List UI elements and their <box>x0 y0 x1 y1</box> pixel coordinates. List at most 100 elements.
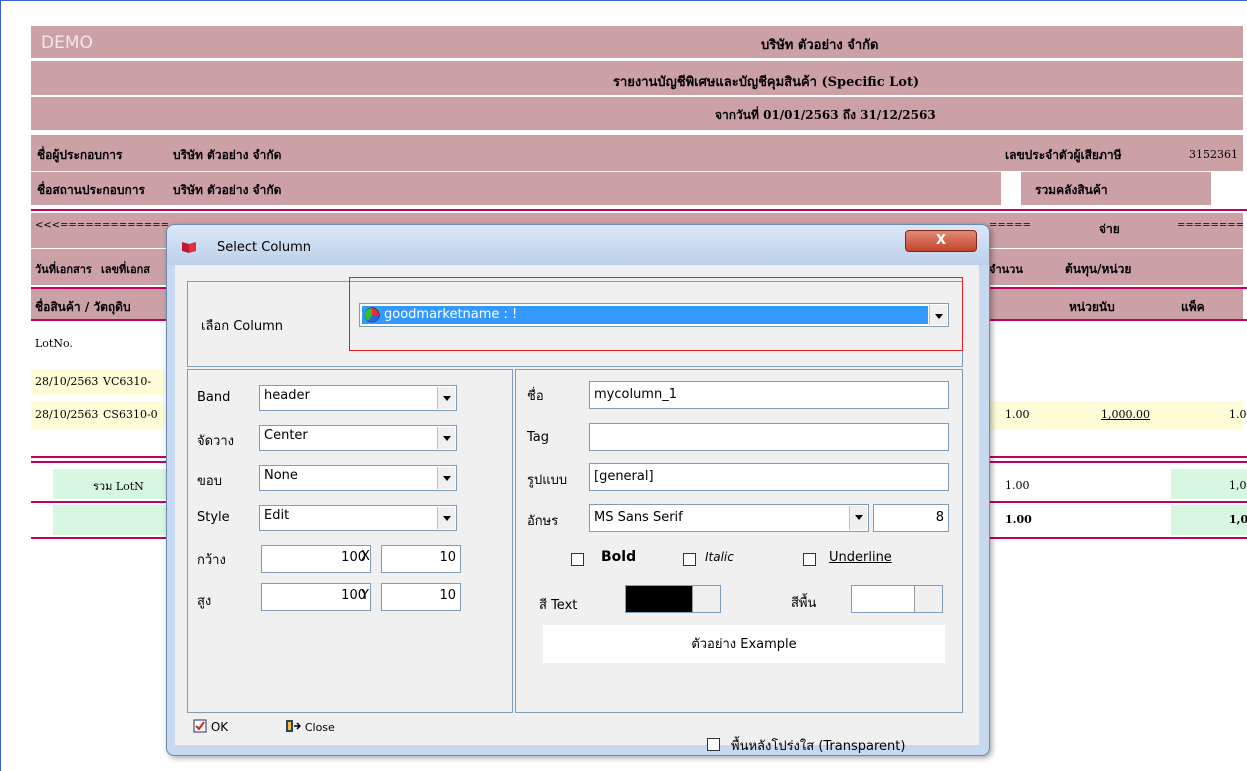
arrows-mid: ===== <box>989 220 1031 231</box>
band-select[interactable]: header <box>259 385 457 411</box>
align-select[interactable]: Center <box>259 425 457 451</box>
italic-label: Italic <box>705 550 734 564</box>
style-value: Edit <box>264 508 290 523</box>
book-icon <box>182 242 196 253</box>
column-select[interactable]: goodmarketname : ! <box>359 303 949 327</box>
col-unitcost: ต้นทุน/หน่วย <box>1065 262 1132 276</box>
y-field[interactable]: 10 <box>381 583 461 611</box>
color-wheel-icon <box>364 307 380 323</box>
x-field[interactable]: 10 <box>381 545 461 573</box>
col-product: ชื่อสินค้า / วัตถุดิบ <box>35 300 131 314</box>
pay-label: จ่าย <box>1099 222 1120 236</box>
chevron-down-icon[interactable] <box>437 387 455 409</box>
col-lot: LotNo. <box>35 337 73 350</box>
ok-label: OK <box>210 720 229 734</box>
border-label: ขอบ <box>197 474 222 489</box>
font-value: MS Sans Serif <box>594 510 683 525</box>
underline-checkbox[interactable] <box>803 553 816 566</box>
place-label: ชื่อสถานประกอบการ <box>37 183 145 197</box>
arrows-right: ======== <box>1177 220 1245 231</box>
width-field[interactable]: 100 <box>261 545 371 573</box>
tag-field[interactable] <box>589 423 949 451</box>
chevron-down-icon[interactable] <box>437 467 455 489</box>
height-field[interactable]: 100 <box>261 583 371 611</box>
sum-lot-qty: 1.00 <box>1005 479 1030 492</box>
chevron-down-icon[interactable] <box>929 305 947 325</box>
col-docno: เลขที่เอกส <box>101 263 151 276</box>
text-color-swatch[interactable] <box>625 585 721 613</box>
bg-color-swatch[interactable] <box>851 585 943 613</box>
col-pack: แพ็ค <box>1181 300 1205 314</box>
border-select[interactable]: None <box>259 465 457 491</box>
font-select[interactable]: MS Sans Serif <box>589 504 869 532</box>
col-qty: จำนวน <box>989 263 1023 276</box>
arrows-left: <<<============= <box>35 220 170 231</box>
operator-value: บริษัท ตัวอย่าง จำกัด <box>173 148 282 162</box>
band-label: Band <box>197 390 231 405</box>
col-unit: หน่วยนับ <box>1069 300 1115 314</box>
chevron-down-icon[interactable] <box>849 506 867 530</box>
bold-checkbox[interactable] <box>571 553 584 566</box>
italic-checkbox[interactable] <box>683 553 696 566</box>
close-button[interactable]: Close <box>285 719 335 734</box>
format-label: รูปแบบ <box>527 473 568 488</box>
chevron-down-icon[interactable] <box>437 427 455 449</box>
row1-doc: VC6310- <box>103 375 152 388</box>
transparent-label: พื้นหลังโปร่งใส (Transparent) <box>731 739 906 754</box>
name-label: ชื่อ <box>527 389 544 404</box>
bgcolor-label: สีพื้น <box>791 596 817 611</box>
header-row-1 <box>31 26 1243 58</box>
underline-label: Underline <box>829 550 892 565</box>
total-qty: 1.00 <box>1005 513 1032 526</box>
band-value: header <box>264 388 310 403</box>
format-field[interactable]: [general] <box>589 463 949 491</box>
close-label: Close <box>304 721 335 734</box>
name-field[interactable]: mycolumn_1 <box>589 381 949 409</box>
divider-1 <box>31 209 1247 211</box>
style-label: Style <box>197 510 230 525</box>
warehouse-label: รวมคลังสินค้า <box>1035 183 1108 197</box>
chevron-down-icon[interactable] <box>437 507 455 529</box>
text-color-picker-button[interactable] <box>692 586 720 612</box>
demo-label: DEMO <box>41 33 93 53</box>
bg-color-picker-button[interactable] <box>914 586 942 612</box>
ok-button[interactable]: OK <box>193 719 228 734</box>
dialog-titlebar[interactable]: Select Column X <box>167 225 989 265</box>
align-value: Center <box>264 428 308 443</box>
operator-label: ชื่อผู้ประกอบการ <box>37 148 123 162</box>
date-range: จากวันที่ 01/01/2563 ถึง 31/12/2563 <box>715 108 936 122</box>
exit-door-icon <box>286 720 302 732</box>
row2-date: 28/10/2563 <box>35 408 99 421</box>
row2-extra: 1.0 <box>1229 408 1247 421</box>
taxid-value: 3152361 <box>1189 148 1238 161</box>
bold-label: Bold <box>601 549 637 565</box>
y-label: Y <box>361 588 369 603</box>
sum-lot-extra: 1,0 <box>1229 479 1247 492</box>
height-label: สูง <box>197 594 212 609</box>
total-extra: 1,0 <box>1229 513 1247 526</box>
row2-qty: 1.00 <box>1005 408 1030 421</box>
col-docdate: วันที่เอกสาร <box>35 263 92 276</box>
row2-doc: CS6310-0 <box>103 408 158 421</box>
layout-group <box>187 369 513 713</box>
dialog-title: Select Column <box>217 240 312 255</box>
textcolor-label: สี Text <box>539 598 578 613</box>
dialog-body: เลือก Column goodmarketname : ! Band hea… <box>175 265 979 754</box>
example-preview: ตัวอย่าง Example <box>543 625 945 663</box>
transparent-checkbox[interactable] <box>707 738 720 751</box>
font-size-field[interactable]: 8 <box>873 504 949 532</box>
font-label: อักษร <box>527 514 559 529</box>
close-icon[interactable]: X <box>905 230 977 252</box>
align-label: จัดวาง <box>197 434 235 449</box>
column-select-value: goodmarketname : ! <box>384 307 518 322</box>
row1-date: 28/10/2563 <box>35 375 99 388</box>
x-label: X <box>361 549 370 564</box>
checklist-icon <box>193 719 207 733</box>
sum-lot-label: รวม LotN <box>93 480 144 493</box>
select-column-dialog: Select Column X เลือก Column goodmarketn… <box>166 224 990 756</box>
style-select[interactable]: Edit <box>259 505 457 531</box>
taxid-label: เลขประจำตัวผู้เสียภาษี <box>1005 148 1122 162</box>
header-row-3 <box>31 97 1243 130</box>
row2-cost: 1,000.00 <box>1101 408 1150 421</box>
width-label: กว้าง <box>197 553 226 568</box>
